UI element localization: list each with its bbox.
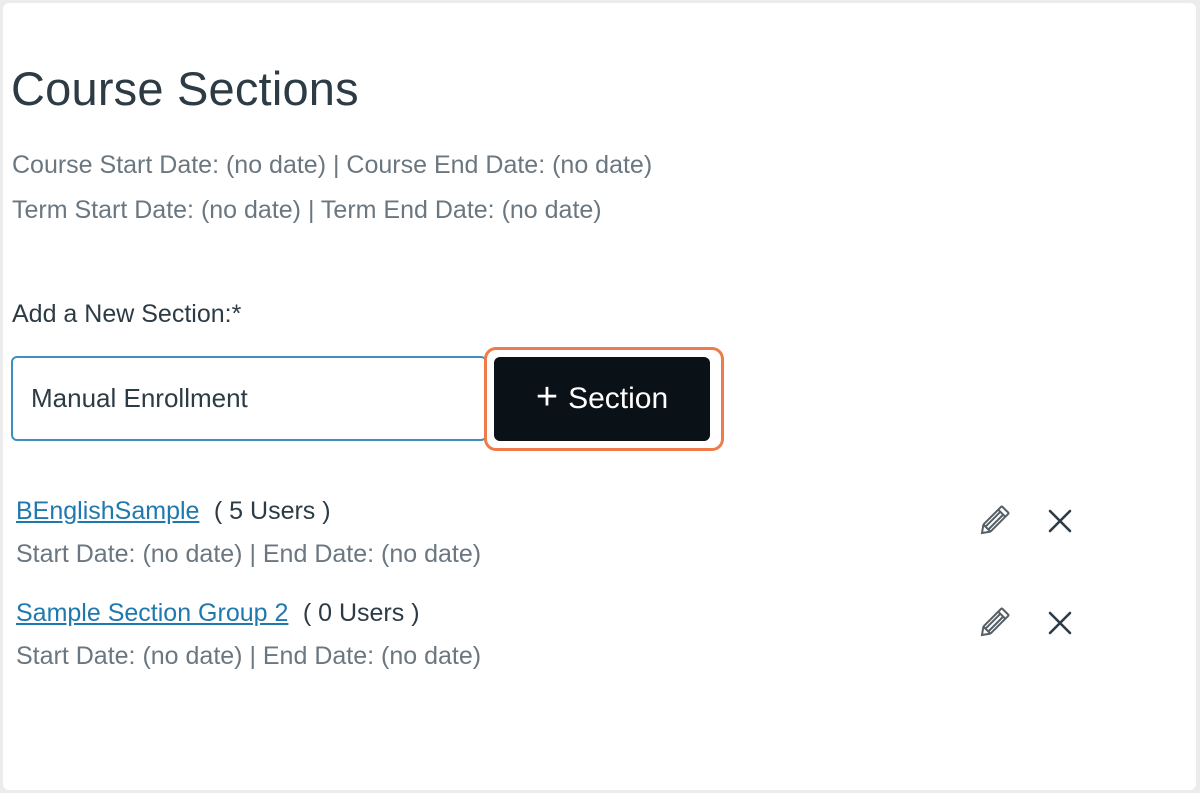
term-dates: Term Start Date: (no date) | Term End Da…: [12, 196, 602, 224]
section-link[interactable]: BEnglishSample: [16, 497, 199, 525]
add-section-label: Add a New Section:*: [12, 300, 242, 328]
section-dates: Start Date: (no date) | End Date: (no da…: [16, 642, 482, 670]
edit-pencil-icon[interactable]: [974, 501, 1014, 541]
new-section-input[interactable]: [11, 356, 487, 441]
section-user-count: ( 5 Users ): [213, 497, 331, 525]
section-user-count: ( 0 Users ): [302, 599, 420, 627]
section-link[interactable]: Sample Section Group 2: [16, 599, 288, 627]
section-actions: [974, 501, 1080, 541]
plus-icon: +: [535, 376, 559, 418]
section-actions: [974, 603, 1080, 643]
delete-x-icon[interactable]: [1040, 603, 1080, 643]
add-section-button[interactable]: + Section: [494, 357, 710, 441]
section-dates: Start Date: (no date) | End Date: (no da…: [16, 540, 482, 568]
page-title: Course Sections: [11, 62, 359, 115]
course-sections-panel: Course Sections Course Start Date: (no d…: [3, 3, 1196, 790]
course-dates: Course Start Date: (no date) | Course En…: [12, 151, 653, 179]
add-section-button-label: Section: [568, 382, 669, 415]
edit-pencil-icon[interactable]: [974, 603, 1014, 643]
section-row: Sample Section Group 2 ( 0 Users ) Start…: [16, 599, 1116, 671]
delete-x-icon[interactable]: [1040, 501, 1080, 541]
section-row: BEnglishSample ( 5 Users ) Start Date: (…: [16, 497, 1116, 569]
